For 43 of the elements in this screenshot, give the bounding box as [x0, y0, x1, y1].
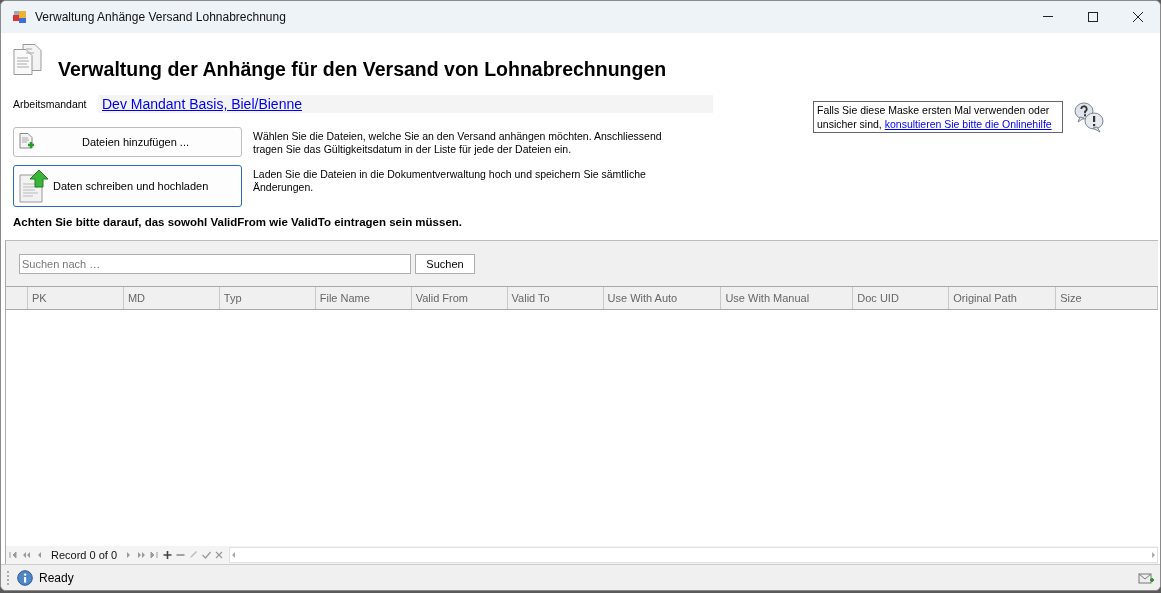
page-heading: Verwaltung der Anhänge für den Versand von Lohnabrechnungen — [58, 58, 667, 81]
next-page-icon[interactable] — [137, 551, 147, 559]
column-header[interactable]: Original Path — [949, 287, 1057, 309]
first-record-icon[interactable] — [9, 551, 18, 559]
document-upload-icon — [19, 169, 49, 203]
column-header[interactable]: PK — [28, 287, 124, 309]
column-header[interactable]: Use With Manual — [721, 287, 854, 309]
app-icon — [13, 10, 27, 24]
help-text: Falls Sie diese Maske ersten Mal verwenden oder unsicher sind, konsultieren Sie bitte die Onlinehilfe — [813, 101, 1063, 133]
maximize-icon — [1087, 12, 1098, 22]
column-header[interactable]: Valid To — [507, 287, 604, 309]
column-header[interactable]: File Name — [315, 287, 412, 309]
file-add-icon — [19, 133, 35, 151]
help-link[interactable]: konsultieren Sie bitte die Onlinehilfe — [884, 118, 1052, 130]
column-header[interactable]: Doc UID — [853, 287, 950, 309]
cancel-icon[interactable] — [215, 551, 224, 559]
minimize-icon — [1042, 16, 1053, 18]
scroll-right-icon[interactable] — [1149, 551, 1157, 559]
close-icon — [1132, 12, 1143, 22]
column-header[interactable]: Valid From — [411, 287, 508, 309]
add-files-button[interactable]: Dateien hinzufügen ... — [13, 127, 242, 157]
pencil-icon[interactable] — [189, 551, 199, 559]
column-header[interactable]: MD — [123, 287, 220, 309]
column-header[interactable]: Typ — [219, 287, 316, 309]
add-icon[interactable] — [163, 551, 173, 559]
info-icon — [17, 569, 33, 586]
status-text: Ready — [39, 570, 74, 585]
upload-button[interactable]: Daten schreiben und hochladen — [13, 165, 242, 207]
action-description: Wählen Sie die Dateien, welche Sie an den Versand anhängen möchten. Anschliessend tragen Sie das Gültigkeitsdatum in der Liste für jede der Dateien ein. — [253, 129, 663, 156]
help-bubbles-icon — [1073, 101, 1105, 133]
previous-page-icon[interactable] — [22, 551, 31, 559]
checkmark-icon[interactable] — [202, 551, 212, 559]
mandant-label: Arbeitsmandant — [13, 98, 88, 110]
documents-icon — [13, 44, 43, 75]
action-description: Laden Sie die Dateien in die Dokumentverwaltung hoch und speichern Sie sämtliche Änderungen. — [253, 167, 647, 194]
horizontal-scrollbar[interactable] — [229, 547, 1158, 563]
window-title: Verwaltung Anhänge Versand Lohnabrechnung — [35, 10, 286, 24]
record-counter: Record 0 of 0 — [51, 549, 118, 561]
warning-text: Achten Sie bitte darauf, das sowohl ValidFrom wie ValidTo eintragen sein müssen. — [13, 216, 464, 228]
search-field[interactable]: Suchen nach … — [19, 253, 411, 274]
column-header[interactable]: Use With Auto — [603, 287, 722, 309]
search-button[interactable]: Suchen — [415, 253, 475, 274]
column-header[interactable]: Size — [1056, 287, 1159, 309]
